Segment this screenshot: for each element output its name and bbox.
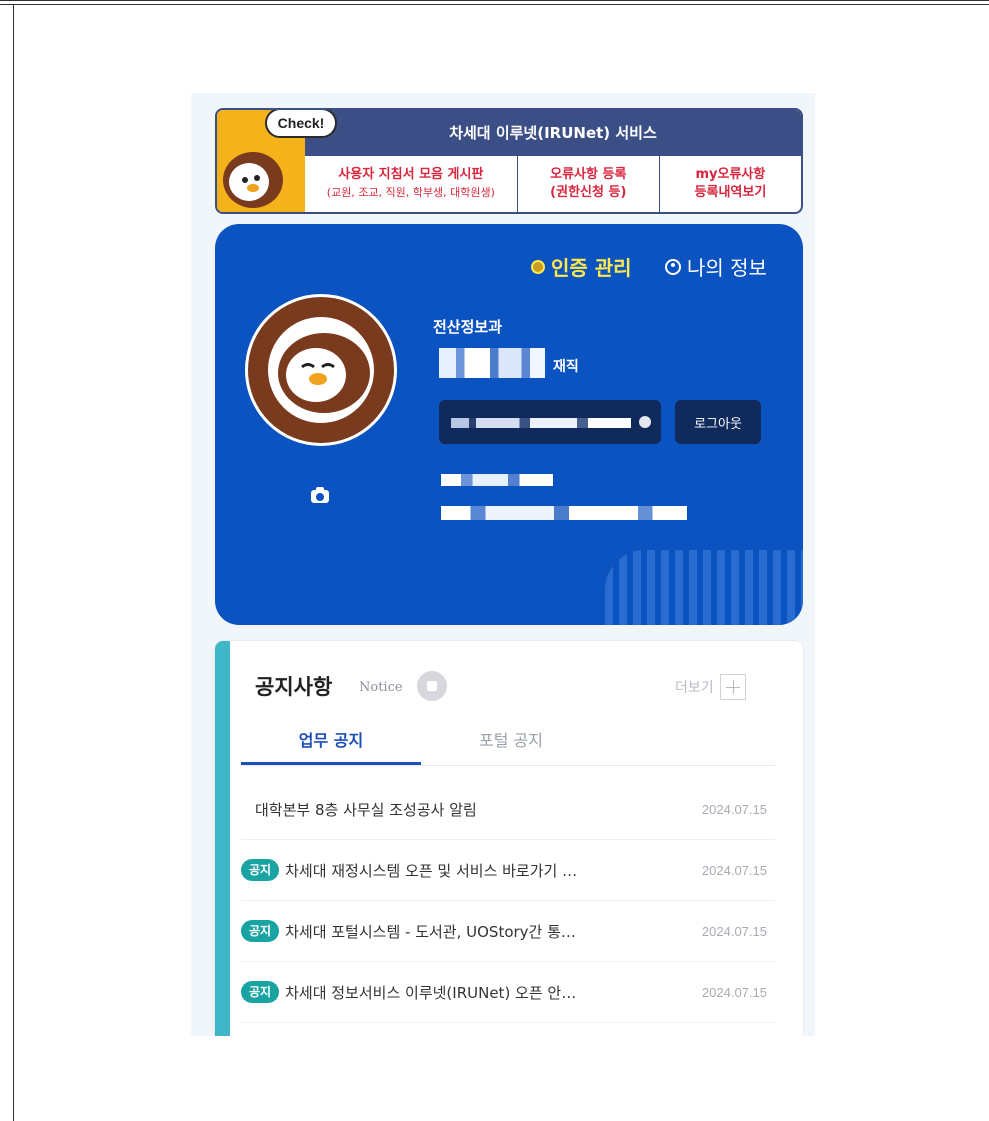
- plus-icon: [719, 674, 746, 700]
- notice-list: 대학본부 8층 사무실 조성공사 알림 2024.07.15 공지 차세대 재정…: [241, 779, 775, 1023]
- notice-item-title: 차세대 재정시스템 오픈 및 서비스 바로가기 …: [285, 861, 578, 880]
- logout-button[interactable]: 로그아웃: [675, 400, 761, 444]
- university-seal-avatar: [245, 294, 397, 446]
- coin-icon: [531, 259, 545, 274]
- notice-card: 공지사항 Notice 더보기 업무 공지 포털 공지 대학본부 8층 사무실 …: [215, 641, 803, 1036]
- portal-panel: Check! 차세대 이루넷(IRUNet) 서비스 사용자 지침서 모음 게시…: [191, 93, 815, 1036]
- error-report-link[interactable]: 오류사항 등록 (권한신청 등): [516, 156, 659, 212]
- auth-management-link[interactable]: 인증 관리: [531, 252, 632, 281]
- window-top-border-inner: [0, 4, 989, 5]
- more-label: 더보기: [675, 680, 714, 696]
- tab-portal-notice[interactable]: 포털 공지: [421, 717, 601, 765]
- contact-info-redacted: [441, 474, 553, 486]
- mascot-face-icon: [278, 333, 370, 413]
- notice-item-date: 2024.07.15: [701, 862, 767, 878]
- notice-item-date: 2024.07.15: [701, 984, 767, 1000]
- account-id-redacted: [451, 418, 631, 428]
- banner-title: 차세대 이루넷(IRUNet) 서비스: [305, 110, 801, 156]
- banner-link-sub: (권한신청 등): [550, 185, 627, 200]
- employment-status: 재직: [553, 359, 579, 375]
- notice-tabs: 업무 공지 포털 공지: [241, 717, 775, 766]
- notice-badge: 공지: [241, 859, 280, 881]
- profile-card: 인증 관리 나의 정보 전산정보과 재직 로그아웃: [215, 224, 803, 625]
- my-info-link[interactable]: 나의 정보: [665, 252, 767, 281]
- notice-item-title: 차세대 포털시스템 - 도서관, UOStory간 통…: [285, 922, 576, 941]
- list-item[interactable]: 공지 차세대 정보서비스 이루넷(IRUNet) 오픈 안… 2024.07.1…: [241, 962, 775, 1023]
- my-info-label: 나의 정보: [687, 256, 767, 280]
- list-item[interactable]: 공지 차세대 재정시스템 오픈 및 서비스 바로가기 … 2024.07.15: [241, 840, 775, 901]
- email-info-redacted: [441, 506, 687, 520]
- window-left-border: [13, 4, 14, 1121]
- chevron-down-icon: [639, 416, 651, 428]
- notice-toggle-icon[interactable]: [417, 671, 447, 701]
- user-guide-board-link[interactable]: 사용자 지침서 모음 게시판 (교원, 조교, 직원, 학부생, 대학원생): [305, 156, 517, 212]
- banner-link-main: 오류사항 등록: [550, 167, 627, 182]
- banner-link-sub: (교원, 조교, 직원, 학부생, 대학원생): [326, 186, 495, 199]
- account-selector[interactable]: [439, 400, 661, 444]
- tab-work-notice[interactable]: 업무 공지: [241, 717, 421, 765]
- notice-item-date: 2024.07.15: [701, 923, 767, 939]
- auth-management-label: 인증 관리: [551, 256, 632, 280]
- banner-link-main: my오류사항: [695, 167, 766, 182]
- banner-link-sub: 등록내역보기: [694, 185, 767, 200]
- notice-item-date: 2024.07.15: [701, 801, 767, 817]
- avatar-mascot: [268, 317, 374, 423]
- notice-item-title: 차세대 정보서비스 이루넷(IRUNet) 오픈 안…: [285, 983, 577, 1002]
- notice-title: 공지사항: [255, 675, 333, 699]
- check-speech-bubble: Check!: [265, 110, 337, 138]
- department-label: 전산정보과: [433, 318, 503, 336]
- list-item[interactable]: 공지 차세대 포털시스템 - 도서관, UOStory간 통… 2024.07.…: [241, 901, 775, 962]
- notice-accent-bar: [215, 641, 230, 1036]
- more-link[interactable]: 더보기: [675, 674, 746, 700]
- notice-badge: 공지: [241, 981, 280, 1003]
- window-top-border: [0, 0, 989, 1]
- banner-link-main: 사용자 지침서 모음 게시판: [338, 167, 484, 182]
- decorative-building-graphic: [605, 550, 803, 625]
- notice-item-title: 대학본부 8층 사무실 조성공사 알림: [255, 800, 477, 819]
- notice-badge: 공지: [241, 920, 280, 942]
- irunet-service-banner: Check! 차세대 이루넷(IRUNet) 서비스 사용자 지침서 모음 게시…: [215, 108, 803, 214]
- user-name-redacted: [439, 348, 545, 378]
- banner-links: 사용자 지침서 모음 게시판 (교원, 조교, 직원, 학부생, 대학원생) 오…: [305, 156, 801, 212]
- list-item[interactable]: 대학본부 8층 사무실 조성공사 알림 2024.07.15: [241, 779, 775, 840]
- notice-subtitle: Notice: [359, 680, 403, 695]
- my-error-history-link[interactable]: my오류사항 등록내역보기: [658, 156, 801, 212]
- user-icon: [665, 258, 681, 275]
- camera-icon[interactable]: [311, 487, 329, 503]
